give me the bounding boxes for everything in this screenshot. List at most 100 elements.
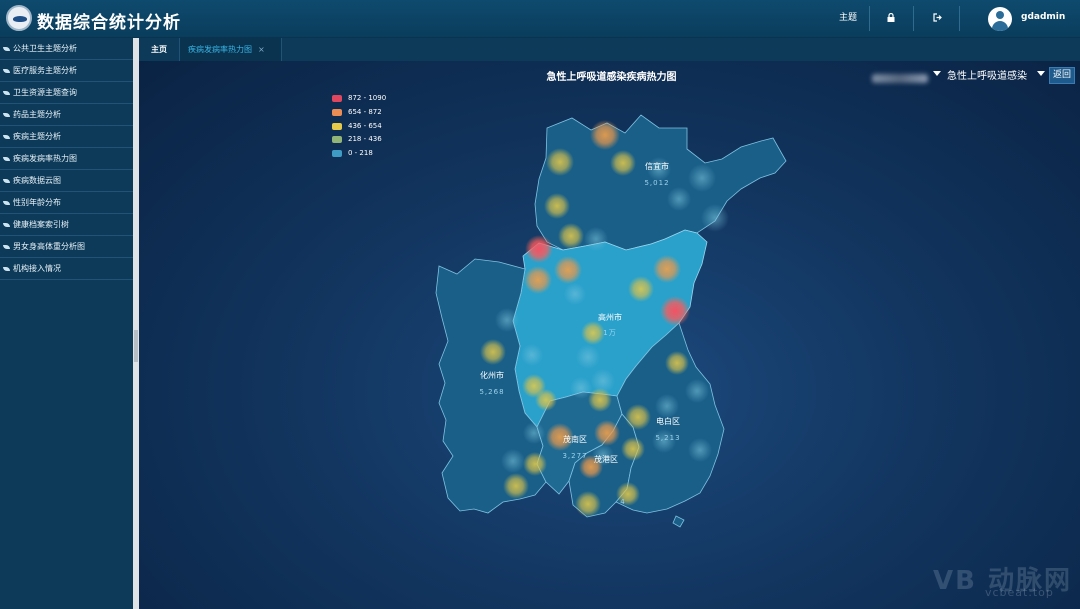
sidebar-item-drugs[interactable]: 药品主题分析 — [0, 104, 133, 126]
heat-spot — [523, 452, 547, 476]
heat-spot — [701, 204, 729, 232]
heat-spot — [625, 404, 651, 430]
lock-icon — [887, 12, 895, 22]
leaf-icon — [3, 46, 10, 51]
watermark-url: vcbeat.top — [985, 586, 1054, 599]
region-value-huazhou: 5,268 — [479, 388, 505, 396]
lock-button[interactable] — [880, 0, 902, 37]
heat-spot — [584, 227, 608, 251]
legend-swatch — [332, 149, 342, 157]
heat-spot — [590, 120, 620, 150]
region-label-maonan: 茂南区 — [563, 435, 587, 444]
heat-spot — [525, 235, 553, 263]
legend-swatch — [332, 94, 342, 102]
heat-spot — [564, 283, 586, 305]
heat-spot — [546, 148, 574, 176]
region-value-gaozhou: 1万 — [603, 329, 617, 337]
heat-spot — [503, 473, 529, 499]
heat-spot — [588, 388, 612, 412]
heat-spot — [653, 255, 681, 283]
heat-spot — [688, 164, 716, 192]
legend-item[interactable]: 0 - 218 — [332, 148, 373, 158]
region-value-island: 4 — [620, 498, 626, 506]
region-label-dianbai: 电白区 — [656, 417, 680, 426]
sidebar-item-medical-service[interactable]: 医疗服务主题分析 — [0, 60, 133, 82]
legend-item[interactable]: 436 - 654 — [332, 121, 382, 131]
splitter-grip[interactable] — [134, 330, 138, 362]
heat-spot — [667, 187, 691, 211]
sidebar-item-disease-heatmap[interactable]: 疾病发病率热力图 — [0, 148, 133, 170]
heat-spot — [558, 223, 584, 249]
tab-bar: 主页 疾病发病率热力图 × — [139, 38, 1080, 62]
heat-spot — [665, 351, 689, 375]
region-value-xinyi: 5,012 — [644, 179, 670, 187]
sidebar-item-height-weight[interactable]: 男女身高体重分析图 — [0, 236, 133, 258]
top-bar: 数据综合统计分析 主题 gdadmin — [0, 0, 1080, 38]
region-label-gaozhou: 高州市 — [598, 313, 622, 322]
sidebar-item-health-records[interactable]: 健康档案索引树 — [0, 214, 133, 236]
sidebar-item-disease[interactable]: 疾病主题分析 — [0, 126, 133, 148]
heat-spot — [480, 339, 506, 365]
legend-swatch — [332, 122, 342, 130]
logout-button[interactable] — [926, 0, 948, 37]
theme-button[interactable]: 主题 — [833, 0, 863, 37]
app-logo — [6, 5, 32, 31]
heat-spot — [535, 389, 557, 411]
legend-item[interactable]: 218 - 436 — [332, 134, 382, 144]
region-value-maonan: 3,277 — [562, 452, 588, 460]
back-button[interactable]: 返回 — [1049, 67, 1076, 84]
close-icon[interactable]: × — [258, 45, 265, 54]
map-panel: 急性上呼吸道感染疾病热力图 872 - 1090 654 - 872 436 -… — [139, 61, 1080, 609]
heat-spot — [576, 345, 600, 369]
heat-spot — [524, 266, 552, 294]
sidebar-item-institution-access[interactable]: 机构接入情况 — [0, 258, 133, 280]
sidebar-item-public-health[interactable]: 公共卫生主题分析 — [0, 38, 133, 60]
sidebar-item-disease-cloud[interactable]: 疾病数据云图 — [0, 170, 133, 192]
tab-home[interactable]: 主页 — [139, 38, 180, 61]
region-value-dianbai: 5,213 — [655, 434, 681, 442]
heat-spot — [501, 449, 525, 473]
region-label-maogang: 茂港区 — [594, 455, 618, 464]
divider — [959, 6, 960, 31]
leaf-icon — [3, 68, 10, 73]
heat-spot — [554, 256, 582, 284]
heat-spot — [570, 377, 592, 399]
sidebar-item-gender-age[interactable]: 性别年龄分布 — [0, 192, 133, 214]
sidebar-item-health-resources[interactable]: 卫生资源主题查询 — [0, 82, 133, 104]
date-select[interactable] — [872, 68, 942, 83]
divider — [913, 6, 914, 31]
divider — [869, 6, 870, 31]
region-label-xinyi: 信宜市 — [645, 162, 669, 171]
logout-icon — [932, 13, 942, 22]
heat-spot — [621, 437, 645, 461]
heat-spot — [594, 420, 620, 446]
heat-spot — [685, 379, 709, 403]
legend-item[interactable]: 872 - 1090 — [332, 93, 386, 103]
heat-spot — [523, 422, 545, 444]
heat-spot — [655, 394, 679, 418]
leaf-icon — [3, 222, 10, 227]
user-avatar-icon[interactable] — [988, 7, 1012, 31]
tab-disease-heatmap[interactable]: 疾病发病率热力图 × — [180, 38, 282, 61]
chevron-down-icon — [933, 71, 941, 76]
leaf-icon — [3, 178, 10, 183]
heat-spot — [628, 276, 654, 302]
heat-spot — [495, 308, 519, 332]
leaf-icon — [3, 200, 10, 205]
app-title: 数据综合统计分析 — [37, 13, 181, 33]
legend-swatch — [332, 108, 342, 116]
leaf-icon — [3, 134, 10, 139]
leaf-icon — [3, 156, 10, 161]
heat-spot — [575, 491, 601, 517]
disease-select[interactable]: 急性上呼吸道感染 — [947, 67, 1027, 82]
legend-swatch — [332, 135, 342, 143]
region-label-huazhou: 化州市 — [480, 371, 504, 380]
chevron-down-icon[interactable] — [1037, 71, 1045, 76]
username[interactable]: gdadmin — [1021, 12, 1065, 22]
legend-item[interactable]: 654 - 872 — [332, 107, 382, 117]
heat-spot — [688, 438, 712, 462]
heat-spot — [660, 296, 690, 326]
heat-spot — [581, 321, 605, 345]
sidebar: 公共卫生主题分析 医疗服务主题分析 卫生资源主题查询 药品主题分析 疾病主题分析… — [0, 38, 133, 609]
heat-spot — [610, 150, 636, 176]
